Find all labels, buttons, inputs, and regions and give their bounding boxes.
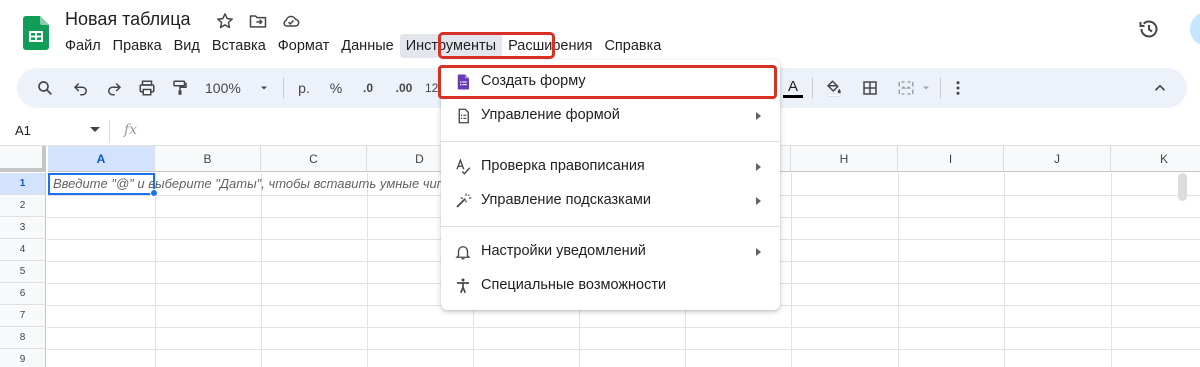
row-header-7[interactable]: 7 bbox=[0, 305, 46, 327]
vertical-scrollbar[interactable] bbox=[1178, 173, 1187, 201]
active-cell-a1[interactable] bbox=[48, 173, 155, 195]
tools-suggestions-label: Управление подсказками bbox=[481, 192, 651, 208]
tools-manage-form-label: Управление формой bbox=[481, 107, 620, 123]
borders-icon[interactable] bbox=[860, 78, 880, 98]
menu-insert[interactable]: Вставка bbox=[206, 34, 272, 58]
menu-view[interactable]: Вид bbox=[168, 34, 206, 58]
currency-format-button[interactable]: р. bbox=[295, 78, 313, 98]
tools-notifications-label: Настройки уведомлений bbox=[481, 243, 646, 259]
increase-decimal-label: .00 bbox=[395, 81, 413, 95]
tools-notifications[interactable]: Настройки уведомлений bbox=[441, 235, 780, 269]
paint-format-icon[interactable] bbox=[170, 78, 190, 98]
row-header-3[interactable]: 3 bbox=[0, 217, 46, 239]
collapse-menus-icon[interactable] bbox=[1150, 78, 1170, 98]
more-options-icon[interactable] bbox=[949, 78, 967, 98]
magic-wand-icon bbox=[454, 192, 472, 210]
undo-icon[interactable] bbox=[71, 78, 91, 98]
zoom-dropdown-icon[interactable] bbox=[258, 78, 270, 98]
column-header-b[interactable]: B bbox=[155, 146, 261, 172]
accessibility-icon bbox=[454, 277, 472, 295]
grid-col-line bbox=[898, 173, 899, 367]
redo-icon[interactable] bbox=[104, 78, 124, 98]
share-button[interactable] bbox=[1190, 12, 1200, 46]
toolbar-divider bbox=[812, 78, 813, 98]
grid-col-line bbox=[791, 173, 792, 367]
formula-bar-divider bbox=[109, 120, 110, 142]
create-form-highlight bbox=[438, 65, 777, 99]
star-icon[interactable] bbox=[215, 11, 235, 31]
grid-col-line bbox=[261, 173, 262, 367]
menu-file[interactable]: Файл bbox=[59, 34, 107, 58]
grid-col-line bbox=[155, 173, 156, 367]
print-icon[interactable] bbox=[137, 78, 157, 98]
submenu-arrow-icon bbox=[756, 248, 761, 256]
column-header-a[interactable]: A bbox=[48, 146, 155, 172]
grid-col-line bbox=[367, 173, 368, 367]
tools-accessibility[interactable]: Специальные возможности bbox=[441, 269, 780, 303]
text-color-button[interactable]: A bbox=[783, 78, 803, 98]
row-header-1[interactable]: 1 bbox=[0, 173, 46, 195]
grid-col-line bbox=[1004, 173, 1005, 367]
submenu-arrow-icon bbox=[756, 197, 761, 205]
menu-edit[interactable]: Правка bbox=[107, 34, 168, 58]
zoom-select[interactable]: 100% bbox=[205, 78, 247, 98]
fx-icon: fx bbox=[124, 122, 138, 138]
column-header-h[interactable]: H bbox=[791, 146, 898, 172]
menu-data[interactable]: Данные bbox=[335, 34, 399, 58]
fill-handle[interactable] bbox=[150, 189, 158, 197]
submenu-arrow-icon bbox=[756, 163, 761, 171]
cloud-status-icon[interactable] bbox=[281, 11, 301, 31]
decrease-decimal-label: .0 bbox=[362, 81, 373, 95]
menu-help[interactable]: Справка bbox=[598, 34, 667, 58]
grid-col-line bbox=[1111, 173, 1112, 367]
name-box[interactable]: A1 bbox=[15, 123, 31, 138]
sheets-logo-icon[interactable] bbox=[23, 16, 49, 50]
percent-label: % bbox=[329, 80, 343, 96]
tools-spellcheck-label: Проверка правописания bbox=[481, 158, 645, 174]
name-box-dropdown-icon[interactable] bbox=[90, 127, 100, 132]
column-header-j[interactable]: J bbox=[1004, 146, 1111, 172]
toolbar-divider bbox=[940, 78, 941, 98]
grid-row-line bbox=[47, 327, 1200, 328]
form-manage-icon bbox=[454, 107, 472, 125]
row-header-6[interactable]: 6 bbox=[0, 283, 46, 305]
menu-bar: Файл Правка Вид Вставка Формат Данные Ин… bbox=[59, 34, 667, 58]
column-header-c[interactable]: C bbox=[261, 146, 367, 172]
text-color-swatch bbox=[783, 94, 803, 98]
fill-color-icon[interactable] bbox=[824, 78, 844, 98]
version-history-icon[interactable] bbox=[1137, 17, 1161, 41]
tools-suggestions[interactable]: Управление подсказками bbox=[441, 184, 780, 218]
grid-row-line bbox=[47, 349, 1200, 350]
merge-cells-icon[interactable] bbox=[896, 78, 916, 98]
move-folder-icon[interactable] bbox=[248, 11, 268, 31]
merge-dropdown-icon[interactable] bbox=[920, 78, 932, 98]
zoom-value: 100% bbox=[205, 80, 241, 96]
currency-label: р. bbox=[298, 80, 310, 96]
tools-menu-highlight bbox=[438, 32, 555, 59]
decrease-decimal-button[interactable]: .0 bbox=[358, 78, 378, 98]
spellcheck-icon bbox=[454, 158, 472, 176]
increase-decimal-button[interactable]: .00 bbox=[392, 78, 416, 98]
text-color-label: A bbox=[787, 77, 798, 95]
menu-divider bbox=[441, 226, 780, 227]
row-header-9[interactable]: 9 bbox=[0, 349, 46, 367]
tools-spellcheck[interactable]: Проверка правописания bbox=[441, 150, 780, 184]
percent-format-button[interactable]: % bbox=[328, 78, 344, 98]
tools-accessibility-label: Специальные возможности bbox=[481, 277, 667, 293]
submenu-arrow-icon bbox=[756, 112, 761, 120]
row-header-4[interactable]: 4 bbox=[0, 239, 46, 261]
row-header-2[interactable]: 2 bbox=[0, 195, 46, 217]
column-header-i[interactable]: I bbox=[898, 146, 1004, 172]
column-header-k[interactable]: K bbox=[1111, 146, 1200, 172]
menu-divider bbox=[441, 141, 780, 142]
menu-format[interactable]: Формат bbox=[272, 34, 336, 58]
document-title[interactable]: Новая таблица bbox=[65, 9, 191, 30]
row-header-8[interactable]: 8 bbox=[0, 327, 46, 349]
bell-icon bbox=[454, 243, 472, 261]
toolbar-divider bbox=[283, 78, 284, 98]
tools-manage-form[interactable]: Управление формой bbox=[441, 99, 780, 133]
search-menus-icon[interactable] bbox=[35, 78, 55, 98]
row-header-5[interactable]: 5 bbox=[0, 261, 46, 283]
select-all-corner[interactable] bbox=[0, 146, 46, 172]
